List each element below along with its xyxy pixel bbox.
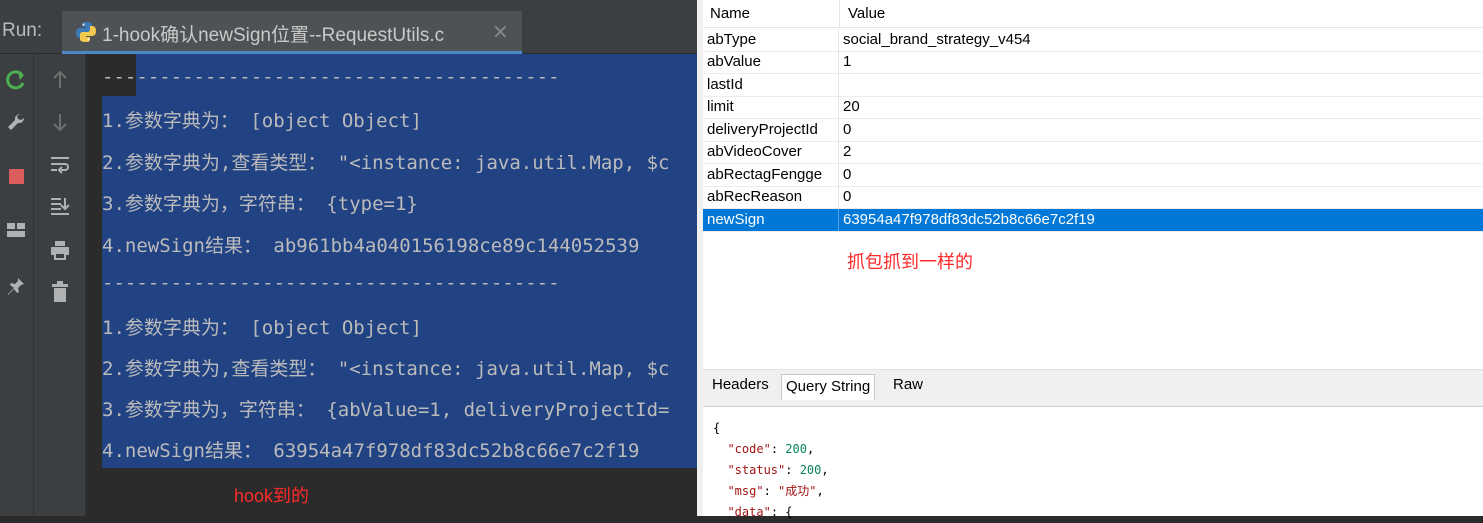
console-output[interactable]: ----------------------------------------… bbox=[86, 54, 697, 516]
column-divider bbox=[838, 209, 839, 231]
stop-icon[interactable] bbox=[4, 164, 28, 188]
table-row[interactable]: deliveryProjectId 0 bbox=[703, 119, 1483, 142]
trash-icon[interactable] bbox=[48, 280, 72, 304]
param-name: abType bbox=[707, 31, 757, 48]
python-icon bbox=[76, 22, 96, 42]
run-toolbar-primary bbox=[0, 54, 34, 516]
param-name: abRectagFengge bbox=[707, 166, 823, 183]
table-row-selected[interactable]: newSign 63954a47f978df83dc52b8c66e7c2f19 bbox=[703, 209, 1483, 232]
arrow-up-icon[interactable] bbox=[48, 68, 72, 92]
run-header: Run: 1-hook确认newSign位置--RequestUtils.c × bbox=[0, 0, 697, 54]
print-icon[interactable] bbox=[48, 238, 72, 262]
pane-splitter[interactable] bbox=[703, 400, 1483, 407]
param-name: abValue bbox=[707, 53, 761, 70]
console-line: ---------------------------------------- bbox=[102, 272, 560, 294]
json-brace: { bbox=[785, 505, 793, 519]
column-header-name[interactable]: Name bbox=[703, 0, 839, 28]
console-line: 3.参数字典为，字符串： {abValue=1, deliveryProject… bbox=[102, 399, 670, 421]
param-value: 20 bbox=[843, 98, 860, 115]
column-divider bbox=[838, 74, 839, 96]
console-line: 3.参数字典为，字符串： {type=1} bbox=[102, 193, 418, 215]
param-value: 1 bbox=[843, 53, 852, 70]
column-header-value[interactable]: Value bbox=[839, 0, 1483, 28]
param-value: 63954a47f978df83dc52b8c66e7c2f19 bbox=[843, 211, 1095, 228]
run-label: Run: bbox=[2, 20, 43, 41]
table-row[interactable]: lastId bbox=[703, 74, 1483, 97]
table-row[interactable]: abRecReason 0 bbox=[703, 186, 1483, 209]
param-name: newSign bbox=[707, 211, 765, 228]
arrow-down-icon[interactable] bbox=[48, 110, 72, 134]
column-header-name-label: Name bbox=[710, 5, 751, 22]
param-name: deliveryProjectId bbox=[707, 121, 818, 138]
param-value: 0 bbox=[843, 166, 852, 183]
column-divider bbox=[838, 29, 839, 51]
annotation-capture: 抓包抓到一样的 bbox=[847, 252, 973, 272]
tab-raw[interactable]: Raw bbox=[889, 373, 927, 399]
console-line: 4.newSign结果： ab961bb4a040156198ce89c1440… bbox=[102, 235, 640, 257]
param-name: abVideoCover bbox=[707, 143, 802, 160]
run-tool-window: Run: 1-hook确认newSign位置--RequestUtils.c × bbox=[0, 0, 697, 516]
table-row[interactable]: abType social_brand_strategy_v454 bbox=[703, 29, 1483, 52]
pin-icon[interactable] bbox=[4, 274, 28, 298]
column-divider bbox=[838, 186, 839, 208]
param-value: 0 bbox=[843, 121, 852, 138]
column-divider bbox=[838, 141, 839, 163]
column-header-value-label: Value bbox=[848, 5, 886, 22]
soft-wrap-icon[interactable] bbox=[48, 152, 72, 176]
column-divider bbox=[838, 164, 839, 186]
console-line: 4.newSign结果： 63954a47f978df83dc52b8c66e7… bbox=[102, 440, 640, 462]
param-value: 2 bbox=[843, 143, 852, 160]
json-string: "成功" bbox=[778, 484, 817, 498]
json-number: 200 bbox=[799, 463, 822, 477]
console-line: ---------------------------------------- bbox=[102, 66, 560, 88]
json-key: "msg" bbox=[727, 484, 764, 498]
query-string-grid: Name Value abType social_brand_strategy_… bbox=[703, 0, 1483, 232]
rerun-icon[interactable] bbox=[4, 68, 28, 92]
run-tab[interactable]: 1-hook确认newSign位置--RequestUtils.c × bbox=[62, 11, 522, 54]
run-toolbar-secondary bbox=[34, 54, 86, 516]
console-line: 2.参数字典为,查看类型： "<instance: java.util.Map,… bbox=[102, 152, 670, 174]
param-name: limit bbox=[707, 98, 734, 115]
table-row[interactable]: abRectagFengge 0 bbox=[703, 164, 1483, 187]
column-divider bbox=[838, 51, 839, 73]
wrench-icon[interactable] bbox=[4, 110, 28, 134]
annotation-hook: hook到的 bbox=[234, 486, 310, 506]
inspector-tabs: Headers Query String Raw bbox=[703, 369, 1483, 401]
close-icon[interactable]: × bbox=[492, 19, 509, 43]
param-name: lastId bbox=[707, 76, 743, 93]
request-inspector: Name Value abType social_brand_strategy_… bbox=[697, 0, 1483, 519]
scroll-to-end-icon[interactable] bbox=[48, 194, 72, 218]
console-line: 2.参数字典为,查看类型： "<instance: java.util.Map,… bbox=[102, 358, 670, 380]
console-line: 1.参数字典为： [object Object] bbox=[102, 317, 422, 339]
column-divider bbox=[838, 96, 839, 118]
column-divider bbox=[838, 119, 839, 141]
param-name: abRecReason bbox=[707, 188, 803, 205]
console-line: 1.参数字典为： [object Object] bbox=[102, 110, 422, 132]
run-tab-title: 1-hook确认newSign位置--RequestUtils.c bbox=[102, 25, 445, 46]
layout-icon[interactable] bbox=[4, 218, 28, 242]
json-brace: { bbox=[713, 421, 721, 435]
param-value: social_brand_strategy_v454 bbox=[843, 31, 1031, 48]
json-key: "status" bbox=[727, 463, 786, 477]
json-key: "data" bbox=[727, 505, 771, 519]
table-row[interactable]: abValue 1 bbox=[703, 51, 1483, 74]
json-key: "code" bbox=[727, 442, 771, 456]
tab-headers[interactable]: Headers bbox=[708, 373, 773, 399]
tab-query-string[interactable]: Query String bbox=[781, 374, 876, 401]
response-body[interactable]: { "code": 200, "status": 200, "msg": "成功… bbox=[713, 418, 829, 523]
table-row[interactable]: abVideoCover 2 bbox=[703, 141, 1483, 164]
table-row[interactable]: limit 20 bbox=[703, 96, 1483, 119]
param-value: 0 bbox=[843, 188, 852, 205]
json-number: 200 bbox=[785, 442, 807, 456]
